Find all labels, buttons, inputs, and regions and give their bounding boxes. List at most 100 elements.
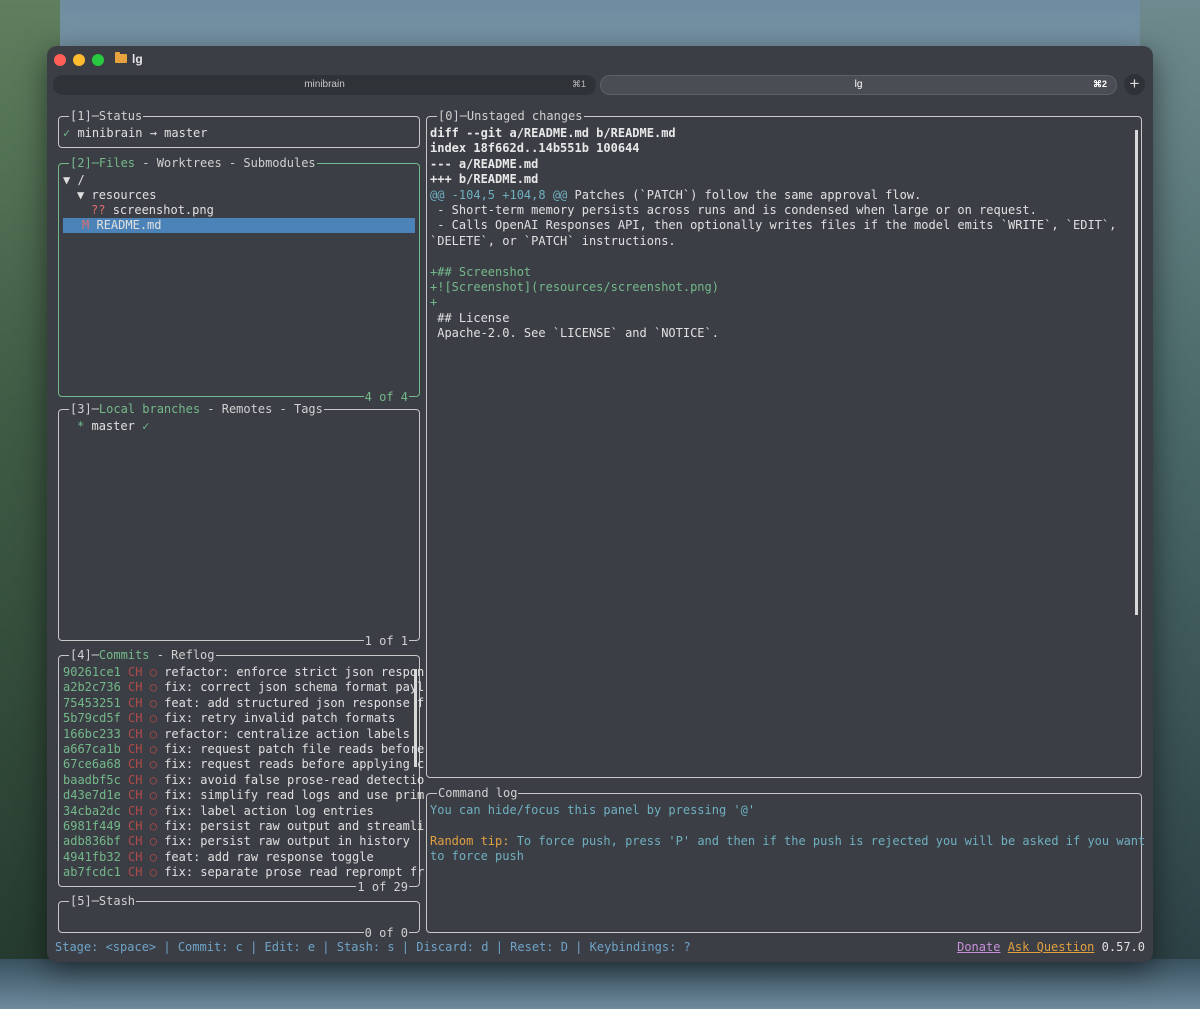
diff-line [430, 249, 437, 264]
tab-lg[interactable]: lg ⌘2 [600, 75, 1117, 95]
title-prefix: [3]─ [70, 402, 99, 416]
commit-author: CH [128, 726, 143, 741]
graph-node-icon: ○ [149, 695, 157, 710]
commit-author: CH [128, 819, 143, 833]
graph-node-icon: ○ [149, 849, 157, 864]
commit-row[interactable]: 34cba2dc CH ○ fix: label action log entr… [63, 804, 374, 819]
tree-row-root[interactable]: ▼ / [63, 173, 85, 188]
commit-row[interactable]: 90261ce1 CH ○ refactor: enforce strict j… [63, 665, 424, 680]
title-prefix: [2]─ [70, 156, 99, 170]
commit-row[interactable]: 5b79cd5f CH ○ fix: retry invalid patch f… [63, 711, 395, 726]
tree-row-resources[interactable]: ▼ resources [77, 188, 157, 203]
tab-local-branches[interactable]: Local branches [99, 402, 200, 416]
files-panel[interactable]: [2]─Files - Worktrees - Submodules ▼ / ▼… [58, 155, 420, 405]
commit-row[interactable]: a667ca1b CH ○ fix: request patch file re… [63, 742, 424, 757]
commits-panel[interactable]: [4]─Commits - Reflog 90261ce1 CH ○ refac… [58, 647, 424, 895]
minimize-button[interactable] [73, 54, 85, 66]
diff-line: ## License [430, 311, 509, 326]
diff-line-text: `DELETE`, or `PATCH` instructions. [430, 233, 676, 248]
status-text: ✓ minibrain → master [63, 126, 208, 140]
zoom-button[interactable] [92, 54, 104, 66]
file-row-readme[interactable]: M README.md [82, 218, 162, 233]
diff-line: index 18f662d..14b551b 100644 [430, 141, 640, 156]
random-tip-continued: to force push [430, 849, 524, 863]
commit-row[interactable]: a2b2c736 CH ○ fix: correct json schema f… [63, 680, 424, 695]
graph-node-icon: ○ [149, 803, 157, 818]
commit-author: CH [128, 695, 143, 710]
tab-files[interactable]: Files [99, 156, 135, 170]
diff-line: diff --git a/README.md b/README.md [430, 126, 676, 141]
commit-row[interactable]: adb836bf CH ○ fix: persist raw output in… [63, 834, 410, 849]
commit-row[interactable]: 4941fb32 CH ○ feat: add raw response tog… [63, 850, 374, 865]
command-log-hint: You can hide/focus this panel by pressin… [430, 803, 756, 817]
commit-author: CH [128, 803, 143, 818]
commit-message: feat: add structured json response f [164, 695, 425, 710]
commit-row[interactable]: 6981f449 CH ○ fix: persist raw output an… [63, 819, 424, 834]
graph-node-icon: ○ [149, 665, 157, 679]
commit-author: CH [128, 680, 143, 695]
commits-scrollbar[interactable] [414, 669, 417, 767]
title-prefix: [4]─ [70, 648, 99, 662]
commit-row[interactable]: 67ce6a68 CH ○ fix: request reads before … [63, 757, 424, 772]
diff-line-text: - Calls OpenAI Responses API, then optio… [430, 218, 1117, 233]
unstaged-changes-panel[interactable]: [0]─Unstaged changes diff --git a/README… [426, 108, 1142, 778]
panel-title: Command log [437, 785, 519, 801]
commit-author: CH [128, 711, 143, 726]
graph-node-icon: ○ [149, 726, 157, 741]
commit-hash: 75453251 [63, 695, 121, 710]
commit-hash: ab7fcdc1 [63, 865, 121, 880]
commit-row[interactable]: ab7fcdc1 CH ○ fix: separate prose read r… [63, 865, 424, 880]
current-branch-marker: * [77, 419, 85, 433]
file-status: M [82, 218, 90, 232]
commit-message: feat: add raw response toggle [164, 849, 374, 864]
panel-footer: 1 of 29 [356, 879, 409, 895]
commit-row[interactable]: baadbf5c CH ○ fix: avoid false prose-rea… [63, 773, 424, 788]
title-rest[interactable]: - Remotes - Tags [200, 402, 323, 416]
ask-question-link[interactable]: Ask Question [1008, 940, 1095, 954]
new-tab-button[interactable]: + [1124, 74, 1145, 95]
commit-hash: 6981f449 [63, 819, 121, 833]
panel-title: [1]─Status [69, 108, 144, 124]
donate-link[interactable]: Donate [957, 940, 1000, 954]
graph-node-icon: ○ [149, 680, 157, 695]
diff-line-text [430, 249, 437, 263]
command-log-panel[interactable]: Command log You can hide/focus this pane… [426, 785, 1145, 933]
commit-message: refactor: centralize action labels [164, 726, 410, 741]
stash-panel[interactable]: [5]─Stash 0 of 0 [58, 893, 420, 941]
commit-message: fix: correct json schema format payl [164, 680, 425, 695]
commit-hash: 4941fb32 [63, 849, 121, 864]
diff-hunk-context: Patches (`PATCH`) follow the same approv… [567, 187, 922, 202]
diff-scrollbar[interactable] [1135, 130, 1138, 615]
commit-message: fix: request patch file reads before [164, 742, 425, 756]
file-row-screenshot[interactable]: ?? screenshot.png [91, 203, 214, 218]
diff-line: Apache-2.0. See `LICENSE` and `NOTICE`. [430, 326, 719, 341]
commit-hash: 90261ce1 [63, 665, 121, 679]
commit-author: CH [128, 772, 143, 787]
commit-hash: a2b2c736 [63, 680, 121, 695]
window-title: lg [132, 52, 143, 66]
title-rest[interactable]: - Reflog [149, 648, 215, 662]
tab-shortcut: ⌘1 [571, 79, 586, 89]
close-button[interactable] [54, 54, 66, 66]
commit-row[interactable]: 75453251 CH ○ feat: add structured json … [63, 696, 424, 711]
branch-row[interactable]: * master ✓ [77, 419, 149, 434]
diff-line: - Short-term memory persists across runs… [430, 203, 1037, 218]
tab-minibrain[interactable]: minibrain ⌘1 [53, 75, 596, 95]
diff-line-text: +++ b/README.md [430, 172, 539, 187]
panel-title: [0]─Unstaged changes [437, 108, 584, 124]
keybindings-hint: Stage: <space> | Commit: c | Edit: e | S… [55, 940, 691, 954]
status-panel[interactable]: [1]─Status ✓ minibrain → master [58, 108, 420, 148]
tab-shortcut: ⌘2 [1092, 79, 1107, 89]
branches-panel[interactable]: [3]─Local branches - Remotes - Tags * ma… [58, 401, 420, 649]
title-rest[interactable]: - Worktrees - Submodules [135, 156, 315, 170]
diff-line-text: ## License [430, 310, 510, 325]
commit-row[interactable]: 166bc233 CH ○ refactor: centralize actio… [63, 727, 410, 742]
diff-line: +![Screenshot](resources/screenshot.png) [430, 280, 719, 295]
file-name: screenshot.png [112, 203, 214, 217]
panel-footer: 1 of 1 [363, 633, 409, 649]
diff-line: @@ -104,5 +104,8 @@ Patches (`PATCH`) fo… [430, 188, 921, 203]
commit-row[interactable]: d43e7d1e CH ○ fix: simplify read logs an… [63, 788, 424, 803]
tab-commits[interactable]: Commits [99, 648, 150, 662]
commit-hash: baadbf5c [63, 772, 121, 787]
panel-title: [2]─Files - Worktrees - Submodules [69, 155, 317, 171]
